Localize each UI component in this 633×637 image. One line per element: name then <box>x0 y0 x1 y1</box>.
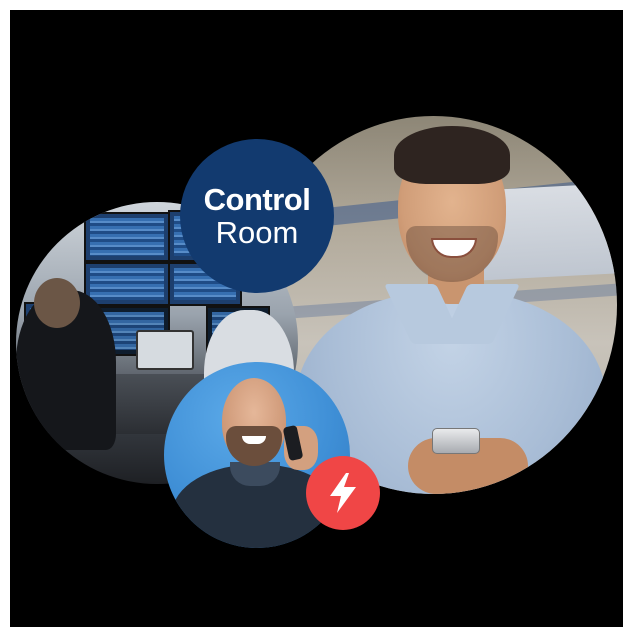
badge-line-control: Control <box>203 182 311 217</box>
smartphone <box>432 428 480 454</box>
laptop <box>136 330 194 370</box>
beard <box>226 426 282 466</box>
hair <box>394 126 510 184</box>
lightning-bolt-icon <box>330 473 356 513</box>
control-room-badge: Control Room <box>180 139 334 293</box>
operator-head <box>34 278 80 328</box>
badge-line-room: Room <box>215 215 299 250</box>
promo-graphic: Control Room <box>10 10 623 627</box>
wall-monitor <box>84 262 170 306</box>
lightning-bolt-icon <box>306 456 380 530</box>
wall-monitor <box>84 212 170 262</box>
